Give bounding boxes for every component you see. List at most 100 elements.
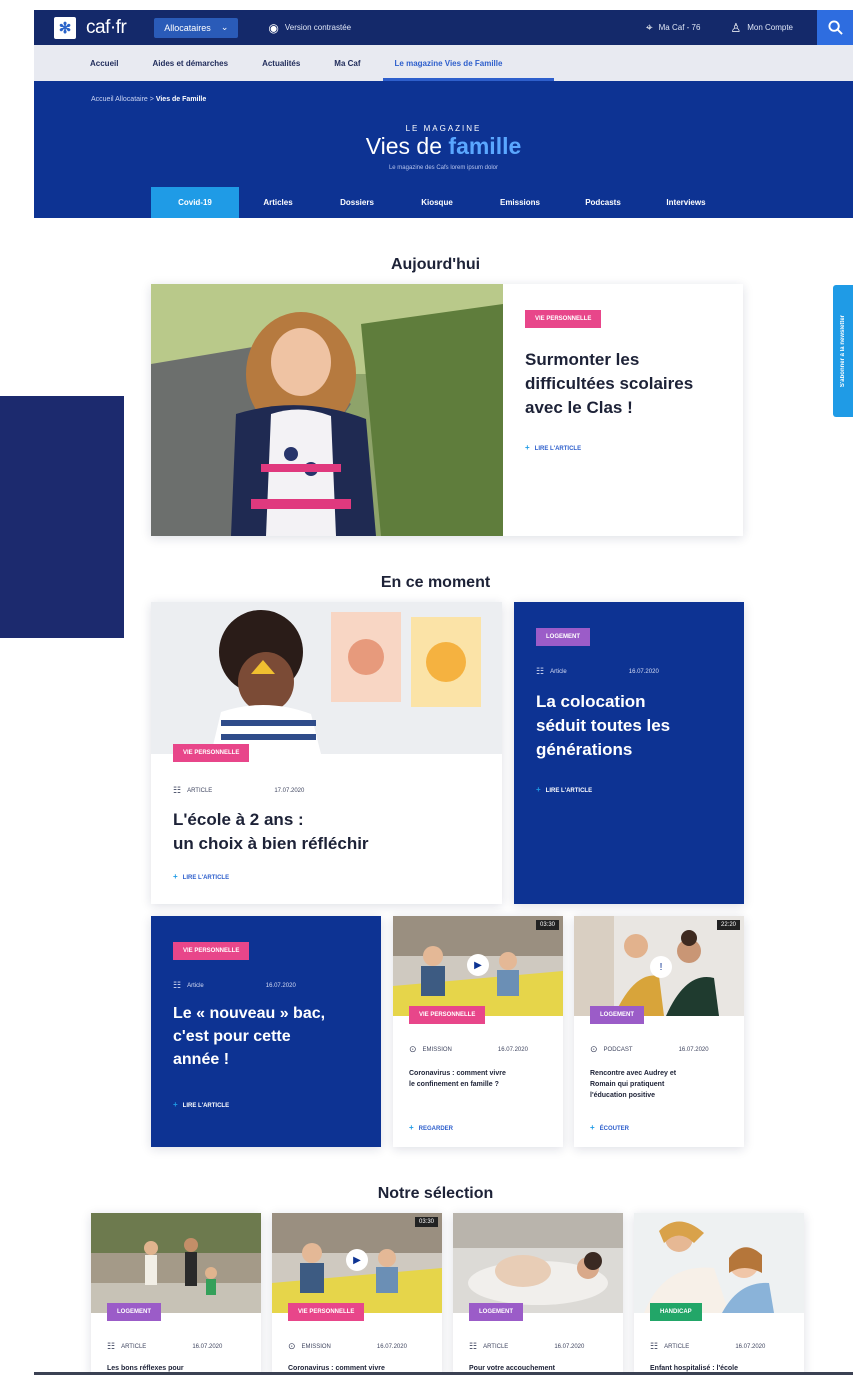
account-label: Mon Compte bbox=[747, 23, 793, 32]
tab-articles[interactable]: Articles bbox=[239, 187, 317, 218]
tab-interviews[interactable]: Interviews bbox=[643, 187, 729, 218]
category-tag[interactable]: VIE PERSONNELLE bbox=[173, 942, 250, 960]
category-tag[interactable]: VIE PERSONNELLE bbox=[288, 1303, 365, 1321]
breadcrumb-parent[interactable]: Accueil Allocataire bbox=[91, 96, 148, 103]
plus-icon: + bbox=[409, 1123, 414, 1132]
selection-card[interactable]: ▶ 03:30 VIE PERSONNELLE ⊙ EMISSION 16.07… bbox=[272, 1213, 442, 1375]
emission-card[interactable]: ▶ 03:30 VIE PERSONNELLE ⊙ EMISSION 16.07… bbox=[393, 916, 563, 1147]
search-button[interactable] bbox=[817, 10, 853, 45]
contrast-label: Version contrastée bbox=[284, 23, 352, 32]
allocataires-label: Allocataires bbox=[164, 22, 211, 33]
article-title-line: Coronavirus : comment vivre bbox=[409, 1070, 506, 1077]
nav-item-ma-caf[interactable]: Ma Caf bbox=[334, 45, 360, 81]
caf-logo-icon[interactable]: ✻ bbox=[54, 16, 76, 39]
selection-card[interactable]: HANDICAP ☷ ARTICLE 16.07.2020 Enfant hos… bbox=[634, 1213, 804, 1375]
publish-date: 16.07.2020 bbox=[497, 1046, 528, 1053]
category-tag[interactable]: LOGEMENT bbox=[590, 1006, 644, 1024]
emission-title[interactable]: Coronavirus : comment vivre le confineme… bbox=[409, 1068, 559, 1090]
magazine-title-part2: famille bbox=[448, 133, 522, 159]
info-icon[interactable]: ! bbox=[650, 956, 672, 978]
listen-link[interactable]: + ÉCOUTER bbox=[590, 1123, 629, 1132]
read-article-link[interactable]: + LIRE L'ARTICLE bbox=[536, 785, 592, 794]
tab-covid[interactable]: Covid-19 bbox=[151, 187, 239, 218]
duration-badge: 22:20 bbox=[716, 920, 740, 930]
category-tag[interactable]: VIE PERSONNELLE bbox=[525, 310, 602, 328]
play-icon[interactable]: ▶ bbox=[467, 954, 489, 976]
category-tag[interactable]: LOGEMENT bbox=[469, 1303, 523, 1321]
article-title-line: Romain qui pratiquent bbox=[590, 1081, 665, 1088]
tab-emissions[interactable]: Emissions bbox=[477, 187, 563, 218]
article-title-line: générations bbox=[536, 740, 633, 759]
publish-date: 16.07.2020 bbox=[265, 982, 296, 989]
magazine-title-part1: Vies de bbox=[365, 133, 443, 159]
article-icon: ☷ bbox=[536, 666, 545, 676]
contrast-toggle[interactable]: ◉ Version contrastée bbox=[268, 21, 351, 35]
emission-photo: ▶ 03:30 bbox=[393, 916, 563, 1016]
article-card-colocation[interactable]: LOGEMENT ☷ Article 16.07.2020 La colocat… bbox=[514, 602, 744, 904]
category-tag[interactable]: LOGEMENT bbox=[536, 628, 590, 646]
chevron-down-icon: ⌄ bbox=[220, 22, 229, 32]
featured-title-line: Surmonter les bbox=[525, 350, 640, 369]
watch-link[interactable]: + REGARDER bbox=[409, 1123, 453, 1132]
featured-card[interactable]: VIE PERSONNELLE Surmonter les difficulté… bbox=[151, 284, 743, 536]
read-article-link[interactable]: + LIRE L'ARTICLE bbox=[525, 443, 581, 452]
content-type: Article bbox=[550, 668, 567, 675]
article-card-bac[interactable]: VIE PERSONNELLE ☷ Article 16.07.2020 Le … bbox=[151, 916, 381, 1147]
category-tag[interactable]: VIE PERSONNELLE bbox=[173, 744, 250, 762]
article-card-ecole[interactable]: VIE PERSONNELLE ☷ ARTICLE 17.07.2020 L'é… bbox=[151, 602, 502, 904]
article-title[interactable]: L'école à 2 ans : un choix à bien réfléc… bbox=[173, 808, 483, 856]
account-link[interactable]: ♙ Mon Compte bbox=[730, 21, 793, 35]
article-title-line: Le « nouveau » bac, bbox=[173, 1005, 326, 1022]
nav-item-magazine[interactable]: Le magazine Vies de Famille bbox=[382, 45, 555, 81]
featured-title[interactable]: Surmonter les difficultées scolaires ave… bbox=[525, 348, 735, 420]
category-tag[interactable]: LOGEMENT bbox=[107, 1303, 161, 1321]
nav-item-actualites[interactable]: Actualités bbox=[262, 45, 300, 81]
play-circle-icon: ⊙ bbox=[288, 1341, 296, 1351]
publish-date: 17.07.2020 bbox=[274, 787, 305, 794]
play-circle-icon: ⊙ bbox=[590, 1044, 598, 1054]
cta-label: LIRE L'ARTICLE bbox=[182, 875, 230, 881]
mother-child-image bbox=[634, 1213, 804, 1313]
play-icon[interactable]: ▶ bbox=[346, 1249, 368, 1271]
duration-badge: 03:30 bbox=[414, 1217, 438, 1227]
allocataires-dropdown[interactable]: Allocataires ⌄ bbox=[154, 17, 239, 38]
nav-item-aides[interactable]: Aides et démarches bbox=[152, 45, 228, 81]
featured-title-line: difficultées scolaires bbox=[525, 374, 694, 393]
content-type: ARTICLE bbox=[187, 787, 213, 794]
article-title-line: séduit toutes les bbox=[536, 716, 671, 735]
tab-podcasts[interactable]: Podcasts bbox=[563, 187, 643, 218]
main-nav: Accueil Aides et démarches Actualités Ma… bbox=[34, 45, 853, 81]
content-type: EMISSION bbox=[301, 1343, 331, 1350]
read-article-link[interactable]: + LIRE L'ARTICLE bbox=[173, 1100, 229, 1109]
article-title-line: l'éducation positive bbox=[590, 1092, 656, 1099]
magazine-kicker: LE MAGAZINE bbox=[405, 124, 482, 133]
nav-item-accueil[interactable]: Accueil bbox=[90, 45, 118, 81]
tab-kiosque[interactable]: Kiosque bbox=[397, 187, 477, 218]
pregnant-woman-image bbox=[453, 1213, 623, 1313]
cta-label: LIRE L'ARTICLE bbox=[534, 446, 582, 452]
selection-photo bbox=[634, 1213, 804, 1313]
category-tag[interactable]: HANDICAP bbox=[650, 1303, 702, 1321]
publish-date: 16.07.2020 bbox=[376, 1343, 407, 1350]
section-title-now: En ce moment bbox=[380, 574, 491, 591]
category-tag[interactable]: VIE PERSONNELLE bbox=[409, 1006, 486, 1024]
article-meta: ☷ ARTICLE 16.07.2020 bbox=[469, 1341, 584, 1352]
plus-icon: + bbox=[173, 872, 178, 881]
selection-card[interactable]: LOGEMENT ☷ ARTICLE 16.07.2020 Les bons r… bbox=[91, 1213, 261, 1375]
article-title[interactable]: La colocation séduit toutes les générati… bbox=[536, 690, 736, 762]
ma-caf-link[interactable]: ⌖ Ma Caf - 76 bbox=[646, 20, 701, 35]
podcast-title[interactable]: Rencontre avec Audrey et Romain qui prat… bbox=[590, 1068, 740, 1101]
read-article-link[interactable]: + LIRE L'ARTICLE bbox=[173, 872, 229, 881]
podcast-photo: ! 22:20 bbox=[574, 916, 744, 1016]
selection-card[interactable]: LOGEMENT ☷ ARTICLE 16.07.2020 Pour votre… bbox=[453, 1213, 623, 1375]
article-meta: ⊙ EMISSION 16.07.2020 bbox=[409, 1044, 528, 1055]
tab-dossiers[interactable]: Dossiers bbox=[317, 187, 397, 218]
publish-date: 16.07.2020 bbox=[678, 1046, 709, 1053]
podcast-card[interactable]: ! 22:20 LOGEMENT ⊙ PODCAST 16.07.2020 Re… bbox=[574, 916, 744, 1147]
newsletter-tab[interactable]: S'abonner à la newsletter bbox=[833, 285, 853, 417]
play-circle-icon: ⊙ bbox=[409, 1044, 417, 1054]
content-type: PODCAST bbox=[603, 1046, 633, 1053]
article-icon: ☷ bbox=[650, 1341, 659, 1351]
article-title[interactable]: Le « nouveau » bac, c'est pour cette ann… bbox=[173, 1002, 378, 1071]
site-logo-text[interactable]: caf·fr bbox=[86, 17, 127, 39]
